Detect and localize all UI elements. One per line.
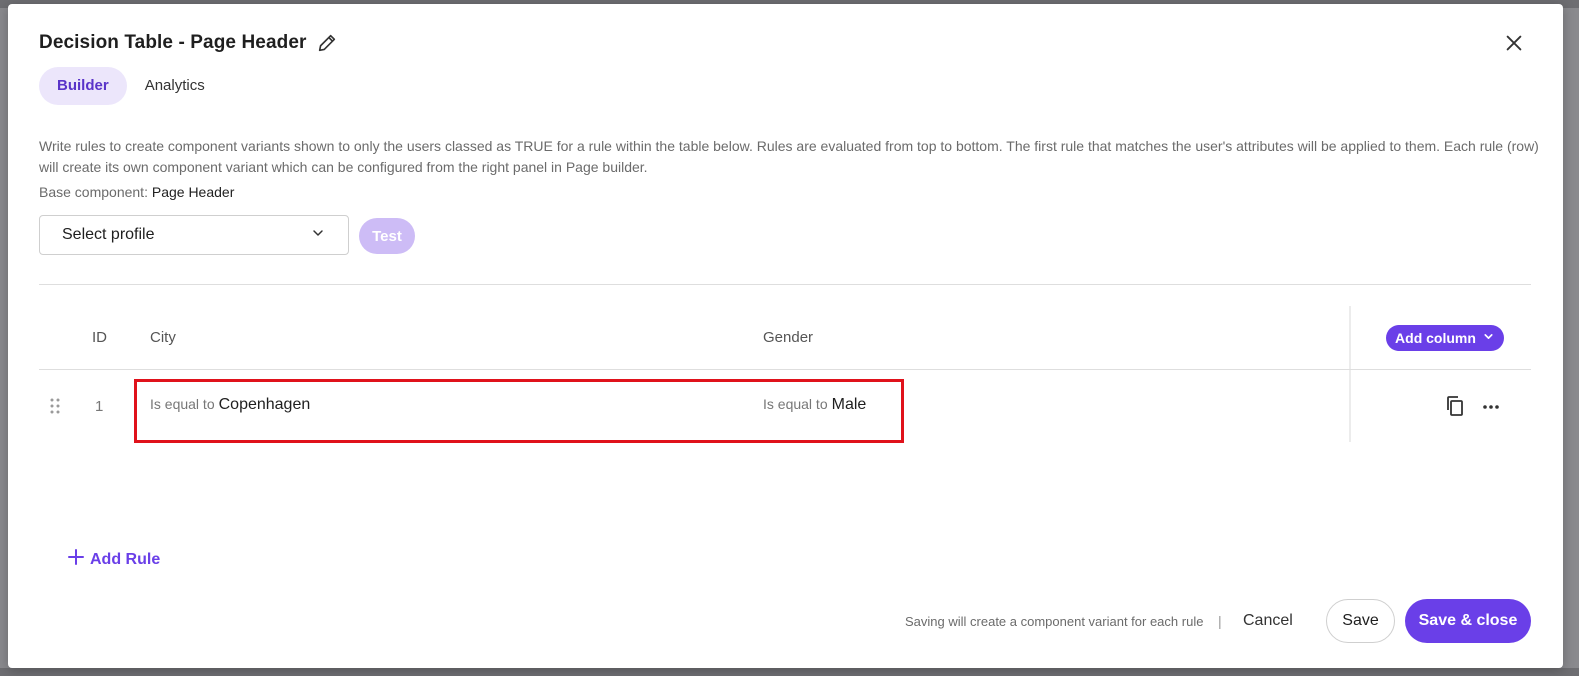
tab-analytics[interactable]: Analytics <box>127 67 223 105</box>
row-id: 1 <box>95 398 104 415</box>
more-options-icon[interactable] <box>1481 397 1501 422</box>
save-and-close-button[interactable]: Save & close <box>1405 599 1531 643</box>
table-header-line <box>39 369 1531 370</box>
add-rule-button[interactable]: Add Rule <box>68 549 160 570</box>
column-header-city: City <box>150 329 176 346</box>
test-button[interactable]: Test <box>359 218 415 254</box>
gender-operator: Is equal to <box>763 396 828 412</box>
column-header-gender: Gender <box>763 329 814 346</box>
profile-select-value: Select profile <box>62 226 155 243</box>
add-rule-label: Add Rule <box>90 550 161 568</box>
city-value: Copenhagen <box>218 396 311 413</box>
actions-column-separator <box>1349 306 1351 442</box>
dialog-tabs: Builder Analytics <box>39 67 223 105</box>
background-app-strip-bottom <box>0 668 1579 676</box>
close-icon[interactable] <box>1503 32 1525 54</box>
chevron-down-icon <box>310 225 326 246</box>
base-component-label: Base component: <box>39 184 148 200</box>
rule-cell-gender[interactable]: Is equal to Male <box>763 396 866 414</box>
profile-select[interactable]: Select profile <box>39 215 349 255</box>
pencil-icon[interactable] <box>316 32 338 54</box>
chevron-down-icon <box>1482 330 1495 346</box>
base-component-value: Page Header <box>151 184 235 200</box>
plus-icon <box>68 549 84 570</box>
dialog-title: Decision Table - Page Header <box>39 32 307 53</box>
save-button[interactable]: Save <box>1326 599 1395 643</box>
decision-table-dialog: Decision Table - Page Header Builder Ana… <box>8 4 1563 668</box>
gender-value: Male <box>831 396 867 413</box>
section-divider <box>39 284 1531 285</box>
cancel-button[interactable]: Cancel <box>1243 612 1293 630</box>
add-column-label: Add column <box>1395 330 1476 346</box>
rule-cell-city[interactable]: Is equal to Copenhagen <box>150 396 310 414</box>
duplicate-icon[interactable] <box>1445 395 1465 422</box>
dialog-description: Write rules to create component variants… <box>39 138 1539 175</box>
base-component: Base component: Page Header <box>39 184 234 200</box>
column-header-id: ID <box>92 329 107 346</box>
dialog-title-row: Decision Table - Page Header <box>39 32 338 54</box>
city-operator: Is equal to <box>150 396 215 412</box>
drag-handle-icon[interactable] <box>50 398 60 419</box>
footer-note: Saving will create a component variant f… <box>905 614 1204 629</box>
add-column-button[interactable]: Add column <box>1386 325 1504 351</box>
footer-separator: | <box>1218 613 1222 629</box>
tab-builder[interactable]: Builder <box>39 67 127 105</box>
